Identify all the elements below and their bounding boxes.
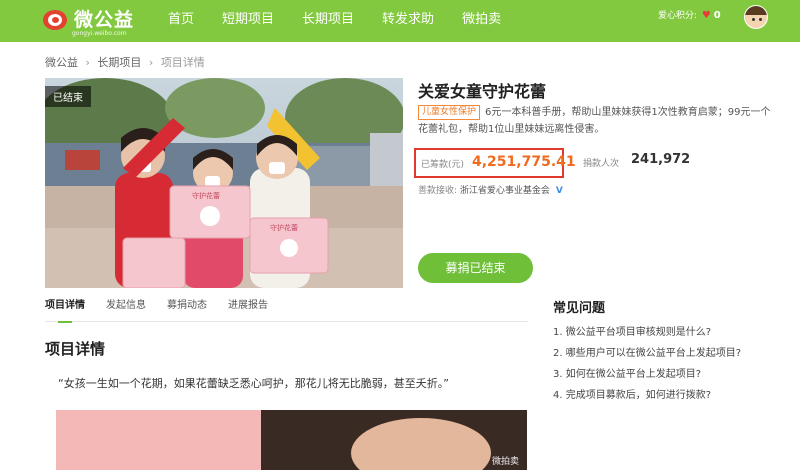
category-badge[interactable]: 儿童女性保护 (418, 105, 481, 120)
project-quote: “女孩一生如一个花期，如果花蕾缺乏悉心呵护，那花儿将无比脆弱，甚至夭折。” (58, 377, 449, 390)
nav-item-forward-help[interactable]: 转发求助 (382, 0, 434, 42)
faq-item[interactable]: 2. 哪些用户可以在微公益平台上发起项目? (553, 343, 741, 364)
tab-initiator-info[interactable]: 发起信息 (106, 296, 146, 322)
project-title: 关爱女童守护花蕾 (418, 82, 547, 101)
tab-project-detail[interactable]: 项目详情 (45, 296, 85, 323)
main-nav: 首页 短期项目 长期项目 转发求助 微拍卖 (168, 0, 529, 42)
donors-count: 241,972 (631, 152, 691, 167)
nav-item-auction[interactable]: 微拍卖 (462, 0, 501, 42)
faq-item[interactable]: 3. 如何在微公益平台上发起项目? (553, 364, 741, 385)
section-title: 项目详情 (45, 340, 106, 358)
donors-label: 捐款人次 (583, 159, 620, 169)
tab-progress-report[interactable]: 进展报告 (228, 296, 268, 322)
breadcrumb-home[interactable]: 微公益 (45, 56, 78, 69)
raised-label: 已筹款(元) (421, 160, 465, 170)
points-value: 0 (713, 10, 721, 21)
faq-list: 1. 微公益平台项目审核规则是什么? 2. 哪些用户可以在微公益平台上发起项目?… (553, 322, 741, 406)
raised-amount-highlight: 已筹款(元) 4,251,775.41 (414, 148, 576, 178)
faq-item[interactable]: 1. 微公益平台项目审核规则是什么? (553, 322, 741, 343)
detail-image: 微拍卖 (56, 410, 527, 470)
status-badge-ended: 已结束 (45, 86, 91, 107)
nav-item-short-term[interactable]: 短期项目 (222, 0, 274, 42)
breadcrumb-separator: › (148, 56, 154, 69)
receiver-label: 善款接收: (418, 186, 458, 196)
cover-photo-illustration (45, 78, 403, 288)
detail-image-left-panel (56, 410, 261, 470)
breadcrumb-current: 项目详情 (160, 56, 205, 69)
fund-receiver: 善款接收: 浙江省爱心事业基金会 V (418, 183, 563, 196)
verified-v-icon: V (555, 186, 563, 196)
cover-bag-text: 守护花蕾 (192, 192, 220, 200)
logo-subtext: gongyi.weibo.com (72, 30, 127, 37)
nav-item-home[interactable]: 首页 (168, 0, 194, 42)
cover-bag-text: 守护花蕾 (270, 224, 298, 232)
raised-amount: 4,251,775.41 (472, 154, 576, 170)
nav-item-long-term[interactable]: 长期项目 (302, 0, 354, 42)
logo-text: 微公益 (74, 9, 135, 31)
weibo-gongyi-logo[interactable]: 微公益 gongyi.weibo.com (42, 7, 135, 37)
top-nav-bar: 微公益 gongyi.weibo.com 首页 短期项目 长期项目 转发求助 微… (0, 0, 800, 42)
points-label: 爱心积分: (658, 11, 698, 21)
breadcrumb-separator: › (85, 56, 90, 69)
project-cover-image: 守护花蕾 守护花蕾 已结束 (45, 78, 403, 288)
project-description: 儿童女性保护 6元一本科普手册，帮助山里妹妹获得1次性教育启蒙；99元一个花蕾礼包… (418, 104, 780, 138)
detail-image-right-panel (261, 410, 527, 470)
tab-donation-updates[interactable]: 募捐动态 (167, 296, 207, 322)
user-avatar[interactable] (744, 5, 768, 29)
faq-item[interactable]: 4. 完成项目募款后，如何进行拨款? (553, 385, 741, 406)
weibo-logo-icon (42, 7, 70, 33)
faq-title: 常见问题 (553, 301, 606, 316)
love-points[interactable]: 爱心积分: ♥ 0 (658, 0, 721, 42)
receiver-org-link[interactable]: 浙江省爱心事业基金会 (460, 186, 550, 196)
breadcrumb: 微公益 › 长期项目 › 项目详情 (45, 54, 205, 70)
image-watermark: 微拍卖 (491, 457, 519, 467)
detail-tabs: 项目详情 发起信息 募捐动态 进展报告 (45, 296, 528, 323)
heart-icon: ♥ (701, 10, 711, 21)
breadcrumb-long-term[interactable]: 长期项目 (97, 56, 141, 69)
donation-ended-button[interactable]: 募捐已结束 (418, 253, 533, 283)
